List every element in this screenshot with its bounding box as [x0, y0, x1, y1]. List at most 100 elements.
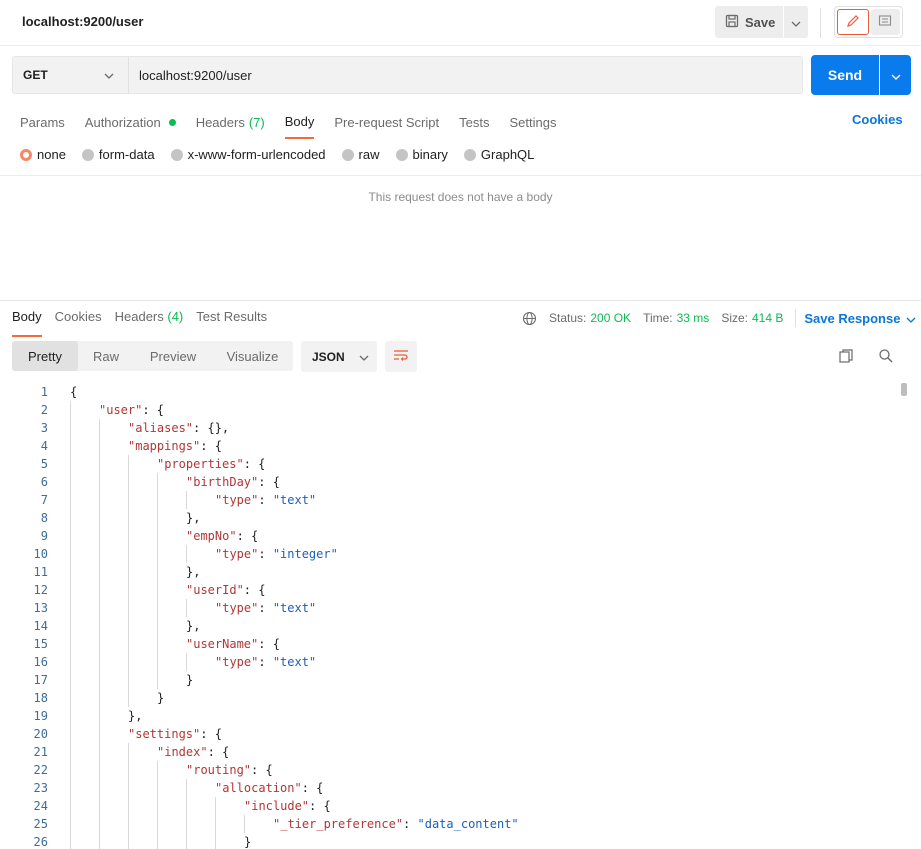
indent-guide — [157, 563, 158, 581]
code-line: 4 "mappings": { — [0, 437, 900, 455]
indent-guide — [128, 563, 129, 581]
indent-guide — [99, 455, 100, 473]
indent-guide — [157, 509, 158, 527]
indent-guide — [70, 671, 71, 689]
tab-pre-request-script[interactable]: Pre-request Script — [334, 111, 439, 133]
code-line: 23 "allocation": { — [0, 779, 900, 797]
view-mode-group: Pretty Raw Preview Visualize — [12, 341, 293, 371]
save-options-button[interactable] — [784, 6, 808, 38]
indent-guide — [128, 761, 129, 779]
radio-none[interactable]: none — [20, 147, 66, 162]
response-body-editor[interactable]: 1{2 "user": {3 "aliases": {}, 4 "mappings": … — [0, 383, 900, 849]
code-line: 19}, — [0, 707, 900, 725]
tab-test-results[interactable]: Test Results — [196, 309, 267, 331]
line-number: 15 — [33, 637, 48, 651]
radio-icon — [170, 148, 183, 161]
method-value: GET — [23, 68, 48, 82]
indent-guide — [99, 815, 100, 833]
json-key: "_tier_preference" — [273, 817, 404, 831]
tab-response-body[interactable]: Body — [12, 309, 42, 337]
tab-settings[interactable]: Settings — [509, 111, 556, 133]
send-options-button[interactable] — [880, 55, 911, 95]
code-punctuation: : — [258, 547, 273, 561]
indent-guide — [186, 545, 187, 563]
radio-graphql[interactable]: GraphQL — [463, 147, 534, 162]
indent-guide — [128, 635, 129, 653]
cookies-link[interactable]: Cookies — [852, 112, 903, 127]
tab-params[interactable]: Params — [20, 111, 65, 133]
format-select[interactable]: JSON — [301, 341, 377, 372]
code-text: }, — [186, 563, 200, 581]
indent-guide — [128, 689, 129, 707]
tab-response-cookies[interactable]: Cookies — [55, 309, 102, 331]
code-text: "birthDay": { — [186, 473, 280, 491]
radio-binary[interactable]: binary — [395, 147, 448, 162]
size-value[interactable]: 414 B — [752, 311, 783, 325]
time-value[interactable]: 33 ms — [677, 311, 710, 325]
method-select[interactable]: GET — [13, 57, 129, 93]
view-pretty-button[interactable]: Pretty — [12, 341, 78, 371]
line-number: 1 — [40, 385, 48, 399]
indent-guide — [70, 401, 71, 419]
indent-guide — [70, 599, 71, 617]
request-header: localhost:9200/user Save — [0, 0, 921, 46]
json-key: "index" — [157, 745, 208, 759]
indent-guide — [215, 815, 216, 833]
search-icon[interactable] — [878, 348, 894, 367]
globe-icon[interactable] — [522, 311, 537, 326]
tab-tests[interactable]: Tests — [459, 111, 489, 133]
tab-response-headers[interactable]: Headers (4) — [115, 309, 184, 331]
code-line: 15 "userName": { — [0, 635, 900, 653]
copy-icon[interactable] — [838, 348, 854, 367]
code-punctuation: : — [258, 493, 273, 507]
code-line: 10 "type": "integer" — [0, 545, 900, 563]
status-value[interactable]: 200 OK — [590, 311, 631, 325]
indent-guide — [70, 833, 71, 849]
comments-mode-button[interactable] — [870, 9, 900, 35]
indent-guide — [157, 833, 158, 849]
json-key: "empNo" — [186, 529, 237, 543]
pane-resize-handle[interactable] — [0, 300, 921, 301]
code-punctuation: : { — [243, 583, 266, 597]
indent-guide — [99, 437, 100, 455]
indent-guide — [99, 581, 100, 599]
radio-form-data[interactable]: form-data — [81, 147, 155, 162]
save-response-button[interactable]: Save Response — [804, 311, 916, 326]
indent-guide — [157, 581, 158, 599]
response-meta: Status: 200 OK Time: 33 ms Size: 414 B S… — [522, 309, 916, 327]
url-input[interactable]: localhost:9200/user — [129, 57, 802, 93]
code-punctuation: : { — [200, 439, 222, 453]
json-key: "userId" — [186, 583, 244, 597]
indent-guide — [186, 653, 187, 671]
code-punctuation: } — [157, 691, 165, 705]
request-title[interactable]: localhost:9200/user — [22, 14, 143, 29]
tab-headers[interactable]: Headers (7) — [196, 111, 265, 133]
radio-raw[interactable]: raw — [341, 147, 380, 162]
indent-guide — [128, 779, 129, 797]
code-text: } — [186, 671, 193, 689]
code-punctuation: } — [244, 835, 252, 849]
tab-authorization[interactable]: Authorization — [85, 111, 176, 133]
indent-guide — [215, 833, 216, 849]
code-text: } — [244, 833, 251, 849]
view-preview-button[interactable]: Preview — [134, 341, 212, 371]
radio-x-www-form-urlencoded[interactable]: x-www-form-urlencoded — [170, 147, 326, 162]
json-key: "user" — [99, 403, 143, 417]
view-visualize-button[interactable]: Visualize — [212, 341, 293, 371]
send-button[interactable]: Send — [811, 55, 879, 95]
wrap-lines-button[interactable] — [385, 341, 417, 372]
tab-body[interactable]: Body — [284, 111, 315, 139]
indent-guide — [99, 671, 100, 689]
status-dot-icon — [168, 118, 176, 126]
indent-guide — [70, 725, 71, 743]
code-text: "empNo": { — [186, 527, 258, 545]
indent-guide — [157, 797, 158, 815]
json-key: "type" — [215, 493, 259, 507]
json-key: "settings" — [128, 727, 201, 741]
code-punctuation: : {}, — [193, 421, 230, 435]
save-button[interactable]: Save — [715, 6, 783, 38]
edit-mode-button[interactable] — [837, 9, 869, 35]
view-raw-button[interactable]: Raw — [78, 341, 134, 371]
editor-scrollbar[interactable] — [901, 383, 907, 396]
code-punctuation: : { — [236, 529, 259, 543]
